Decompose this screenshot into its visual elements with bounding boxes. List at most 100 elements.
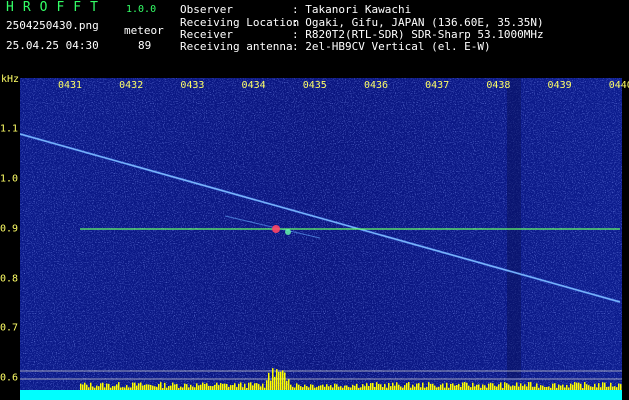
spectrum-bar bbox=[372, 382, 374, 390]
spectrum-bar bbox=[420, 387, 422, 390]
spectrum-bar bbox=[140, 382, 142, 390]
x-tick-label: 0440 bbox=[608, 80, 629, 91]
spectrum-bar bbox=[588, 385, 590, 390]
spectrum-bar bbox=[218, 385, 220, 390]
y-tick-label: 0.6 bbox=[0, 372, 19, 384]
spectrum-bar bbox=[508, 384, 510, 390]
meteor-count: 89 bbox=[138, 39, 152, 52]
spectrum-bar bbox=[196, 383, 198, 390]
spectrum-bar bbox=[108, 383, 110, 390]
spectrum-bar bbox=[212, 386, 214, 390]
spectrum-bar bbox=[326, 384, 328, 390]
spectrum-bar bbox=[320, 385, 322, 390]
spectrum-bar bbox=[586, 384, 588, 390]
x-tick-label: 0432 bbox=[119, 80, 144, 91]
spectrum-bar bbox=[172, 382, 174, 390]
spectrum-bar bbox=[392, 382, 394, 390]
spectrum-bar bbox=[96, 385, 98, 390]
spectrum-bar bbox=[124, 387, 126, 390]
spectrum-bar bbox=[132, 382, 134, 390]
spectrum-bar bbox=[272, 368, 274, 390]
spectrum-bar bbox=[480, 387, 482, 390]
spectrum-bar bbox=[402, 387, 404, 390]
spectrum-bar bbox=[264, 387, 266, 390]
spectrum-bar bbox=[184, 383, 186, 390]
spectrum-bar bbox=[478, 384, 480, 390]
spectrum-bar bbox=[106, 383, 108, 390]
spectrum-bar bbox=[302, 387, 304, 390]
spectrum-bar bbox=[182, 387, 184, 390]
spectrum-bar bbox=[558, 384, 560, 390]
spectrum-bar bbox=[288, 379, 290, 390]
spectrum-bar bbox=[200, 384, 202, 390]
spectrum-bar bbox=[530, 382, 532, 390]
spectrum-bar bbox=[610, 382, 612, 390]
spectrum-bar bbox=[544, 386, 546, 390]
spectrum-bar bbox=[532, 386, 534, 390]
spectrum-bar bbox=[162, 387, 164, 390]
spectrum-bar bbox=[506, 383, 508, 390]
spectrum-bar bbox=[440, 384, 442, 390]
spectrum-bar bbox=[386, 387, 388, 390]
spectrum-bar bbox=[368, 386, 370, 390]
spectrum-bar bbox=[594, 383, 596, 390]
spectrum-bar bbox=[226, 383, 228, 390]
spectrum-bar bbox=[406, 383, 408, 390]
spectrum-bar bbox=[488, 383, 490, 390]
spectrum-bar bbox=[84, 382, 86, 390]
x-tick-label: 0435 bbox=[302, 80, 327, 91]
spectrum-bar bbox=[178, 387, 180, 390]
spectrum-bar bbox=[444, 387, 446, 390]
spectrum-bar bbox=[144, 384, 146, 390]
spectrum-bar bbox=[522, 385, 524, 390]
spectrum-bar bbox=[330, 385, 332, 390]
spectrum-bar bbox=[426, 387, 428, 390]
x-tick-label: 0439 bbox=[547, 80, 572, 91]
spectrum-bar bbox=[548, 386, 550, 390]
spectrum-bar bbox=[598, 383, 600, 390]
y-tick-label: 1.1 bbox=[0, 123, 19, 135]
spectrum-bar bbox=[160, 382, 162, 390]
info-value-antenna: : 2el-HB9CV Vertical (el. E-W) bbox=[292, 40, 491, 53]
spectrum-bar bbox=[80, 383, 82, 390]
y-tick-label: 0.8 bbox=[0, 273, 19, 285]
spectrum-bar bbox=[232, 385, 234, 390]
spectrum-bar bbox=[252, 385, 254, 390]
spectrum-bar bbox=[620, 384, 622, 390]
spectrum-bar bbox=[314, 387, 316, 390]
spectrum-bar bbox=[578, 382, 580, 390]
spectrum-bar bbox=[538, 387, 540, 390]
spectrum-bar bbox=[194, 387, 196, 390]
spectrum-bar bbox=[388, 382, 390, 390]
spectrum-bar bbox=[356, 383, 358, 390]
spectrum-bar bbox=[254, 383, 256, 390]
spectrum-bar bbox=[110, 387, 112, 390]
spectrum-bar bbox=[158, 383, 160, 390]
spectrum-bar bbox=[138, 383, 140, 390]
spectrum-bar bbox=[206, 383, 208, 390]
spectrum-bar bbox=[534, 386, 536, 390]
spectrum-bar bbox=[564, 387, 566, 390]
spectrum-bar bbox=[308, 387, 310, 390]
spectrum-bar bbox=[126, 385, 128, 390]
spectrum-bar bbox=[268, 372, 270, 390]
spectrum-bar bbox=[328, 386, 330, 390]
spectrum-bar bbox=[280, 371, 282, 390]
spectrum-bar bbox=[428, 382, 430, 390]
spectrum-bar bbox=[102, 382, 104, 390]
spectrum-bar bbox=[210, 385, 212, 390]
spectrum-bar bbox=[118, 382, 120, 390]
spectrum-bar bbox=[214, 384, 216, 390]
spectrum-bar bbox=[166, 387, 168, 390]
spectrum-bar bbox=[442, 383, 444, 390]
spectrum-strip-base bbox=[20, 390, 622, 400]
spectrum-bar bbox=[436, 387, 438, 390]
spectrum-bar bbox=[554, 383, 556, 390]
spectrum-bar bbox=[450, 383, 452, 390]
spectrum-bar bbox=[606, 386, 608, 390]
spectrogram bbox=[20, 78, 622, 400]
spectrum-bar bbox=[156, 386, 158, 390]
spectrum-bar bbox=[352, 384, 354, 390]
spectrum-bar bbox=[258, 384, 260, 390]
spectrum-bar bbox=[244, 383, 246, 390]
